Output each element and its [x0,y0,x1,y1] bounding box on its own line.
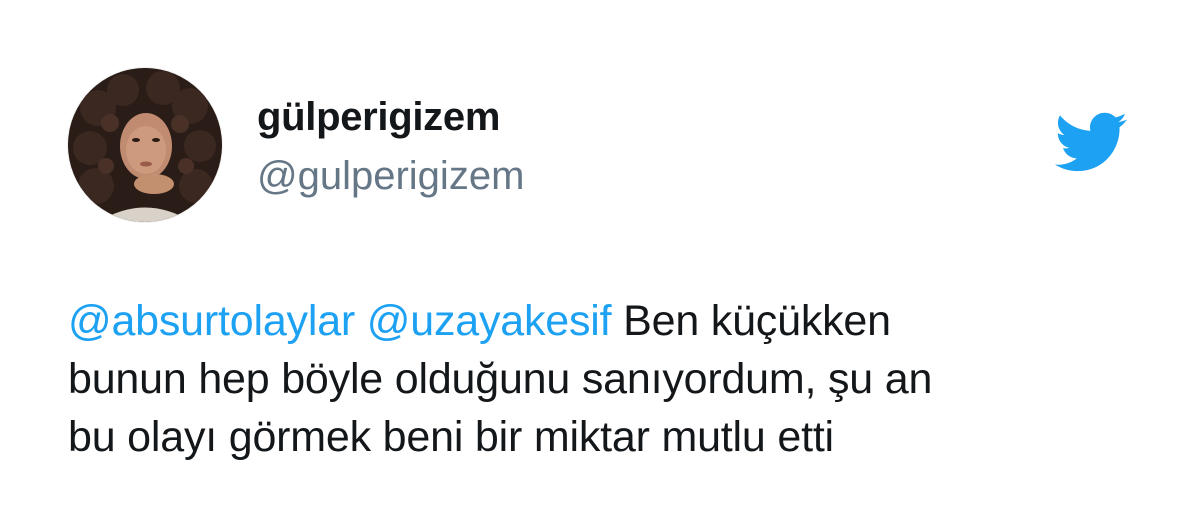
profile-photo [68,68,222,222]
tweet-line-1: @absurtolaylar @uzayakesif Ben küçükken [68,292,1148,350]
twitter-bird-icon[interactable] [1046,104,1134,180]
mention-link[interactable]: @uzayakesif [367,297,612,345]
tweet-card: gülperigizem @gulperigizem @absurtolayla… [0,0,1200,518]
mention-link[interactable]: @absurtolaylar [68,297,355,345]
tweet-line-3: bu olayı görmek beni bir miktar mutlu et… [68,413,834,461]
display-name[interactable]: gülperigizem [257,93,500,141]
avatar[interactable] [68,68,222,222]
user-handle[interactable]: @gulperigizem [257,152,524,200]
tweet-line-2: bunun hep böyle olduğunu sanıyordum, şu … [68,355,933,403]
tweet-text-segment: Ben küçükken [623,297,891,345]
tweet-text: @absurtolaylar @uzayakesif Ben küçükken … [68,292,1148,466]
